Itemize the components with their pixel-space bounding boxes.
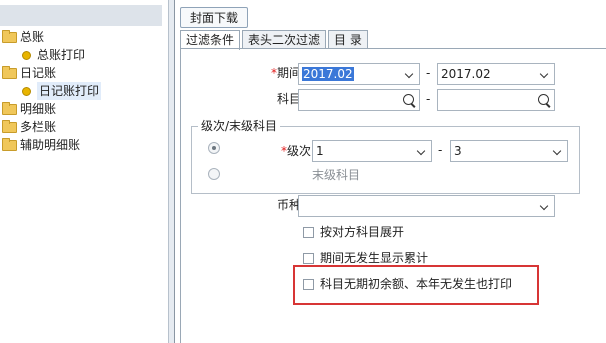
grade-group-box: 级次/末级科目 *级次 1 - 3 末级科目 <box>191 118 580 194</box>
tree-item-multi-column-ledger[interactable]: 多栏账 <box>2 118 56 136</box>
cover-download-button[interactable]: 封面下载 <box>180 7 248 28</box>
option-label: 按对方科目展开 <box>320 225 405 239</box>
period-from-select[interactable]: 2017.02 <box>298 63 420 85</box>
tree-item-auxiliary-detail-ledger[interactable]: 辅助明细账 <box>2 136 80 154</box>
tree-item-general-ledger[interactable]: 总账 <box>2 28 44 46</box>
checkbox[interactable] <box>303 226 314 238</box>
annotation-highlight-box <box>293 265 539 305</box>
subject-from-field[interactable] <box>298 89 420 111</box>
period-label: *期间 <box>270 66 301 80</box>
tree-item-label: 总账 <box>20 30 45 44</box>
folder-icon <box>2 29 17 43</box>
tab-strip: 过滤条件 表头二次过滤 目 录 <box>180 30 370 50</box>
leaf-icon <box>22 86 31 96</box>
tree-item-label: 日记账 <box>20 66 57 80</box>
panel-splitter[interactable] <box>168 0 175 343</box>
chevron-down-icon <box>540 196 550 216</box>
tree-item-label: 明细账 <box>20 102 57 116</box>
search-icon[interactable] <box>403 94 414 105</box>
tree-item-journal-print[interactable]: 日记账打印 <box>22 82 102 100</box>
currency-label: 币种 <box>276 198 301 212</box>
tab-header-secondary-filter[interactable]: 表头二次过滤 <box>242 30 327 49</box>
grade-label: *级次 <box>280 144 311 158</box>
grade-range-dash: - <box>438 143 443 157</box>
grade-to-select[interactable]: 3 <box>450 140 568 162</box>
chevron-down-icon <box>417 141 427 161</box>
checkbox[interactable] <box>303 252 314 264</box>
last-level-radio[interactable] <box>208 168 220 180</box>
tree-item-label: 辅助明细账 <box>20 138 81 152</box>
grade-from-select[interactable]: 1 <box>312 140 432 162</box>
grade-radio[interactable] <box>208 142 220 154</box>
folder-icon <box>2 65 17 79</box>
period-to-select[interactable]: 2017.02 <box>437 63 555 85</box>
tree-item-journal[interactable]: 日记账 <box>2 64 56 82</box>
folder-icon <box>2 137 17 151</box>
currency-select[interactable] <box>298 195 555 217</box>
folder-icon <box>2 119 17 133</box>
tree-item-label: 日记账打印 <box>37 82 102 100</box>
tree-item-label: 总账打印 <box>37 48 86 62</box>
search-icon[interactable] <box>538 94 549 105</box>
leaf-icon <box>22 50 31 60</box>
last-level-label: 末级科目 <box>312 168 361 182</box>
tree-header-bar <box>0 5 162 26</box>
tab-content: *期间 2017.02 - 2017.02 科目 - 级次/末级科目 *级次 1… <box>180 48 606 343</box>
tab-filter-conditions[interactable]: 过滤条件 <box>180 30 241 50</box>
subject-label: 科目 <box>276 92 301 106</box>
tab-catalog[interactable]: 目 录 <box>328 30 368 49</box>
chevron-down-icon <box>553 141 563 161</box>
period-range-dash: - <box>426 66 431 80</box>
subject-range-dash: - <box>426 92 431 106</box>
grade-group-title: 级次/末级科目 <box>198 118 281 134</box>
report-tree: 总账 总账打印 日记账 日记账打印 明细账 多栏账 辅助明细账 <box>0 0 168 343</box>
subject-to-field[interactable] <box>437 89 555 111</box>
tree-item-detail-ledger[interactable]: 明细账 <box>2 100 56 118</box>
tree-item-general-ledger-print[interactable]: 总账打印 <box>22 46 85 64</box>
chevron-down-icon <box>540 64 550 84</box>
expand-counter-subject-option[interactable]: 按对方科目展开 <box>303 223 404 241</box>
folder-icon <box>2 101 17 115</box>
tree-item-label: 多栏账 <box>20 120 57 134</box>
filter-panel: 封面下载 过滤条件 表头二次过滤 目 录 *期间 2017.02 - 2017.… <box>175 0 606 343</box>
chevron-down-icon <box>405 64 415 84</box>
